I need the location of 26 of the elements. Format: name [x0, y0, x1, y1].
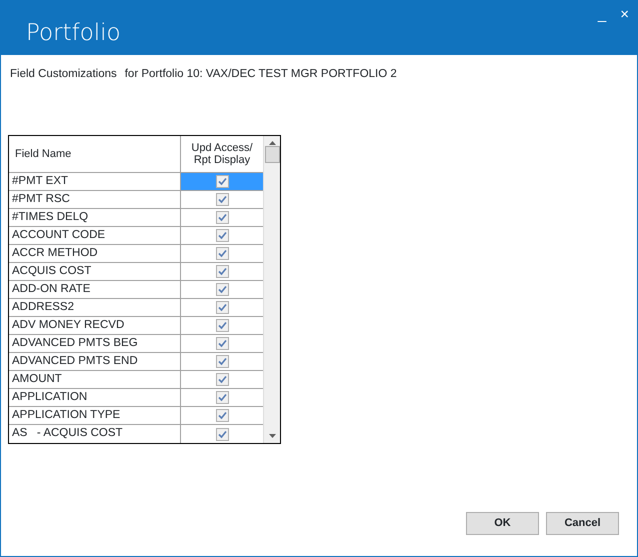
scrollbar[interactable] [263, 136, 280, 444]
table-cell: AS - ACQUIS COST [9, 425, 181, 444]
table-cell: APPLICATION TYPE [9, 407, 181, 424]
scroll-down-icon[interactable] [268, 434, 276, 438]
close-button[interactable]: × [620, 7, 629, 22]
table-cell: ACCOUNT CODE [9, 227, 181, 244]
ok-button[interactable]: OK [466, 512, 539, 535]
table-cell: ADDRESS2 [9, 299, 181, 316]
column-header: Upd Access/ Rpt Display [190, 141, 254, 168]
cancel-button[interactable]: Cancel [546, 512, 619, 535]
table-cell: ADVANCED PMTS END [9, 353, 181, 370]
scroll-thumb[interactable] [264, 146, 280, 164]
table-cell: ADVANCED PMTS BEG [9, 335, 181, 352]
table-cell: APPLICATION [9, 389, 181, 406]
table-cell: ADD-ON RATE [9, 281, 181, 298]
table-cell: ACCR METHOD [9, 245, 181, 262]
table-cell: ACQUIS COST [9, 263, 181, 280]
table-cell: AMOUNT [9, 371, 181, 388]
table-cell: ADV MONEY RECVD [9, 317, 181, 334]
table-cell: #PMT RSC [9, 191, 181, 208]
minimize-button[interactable]: _ [598, 7, 606, 22]
heading-label: Field Customizations [10, 67, 117, 82]
table-cell: #TIMES DELQ [9, 209, 181, 226]
window-title: Portfolio [26, 18, 121, 48]
portfolio-context: for Portfolio 10: VAX/DEC TEST MGR PORTFOLIO 2 [124, 67, 397, 82]
column-header: Field Name [9, 136, 181, 172]
